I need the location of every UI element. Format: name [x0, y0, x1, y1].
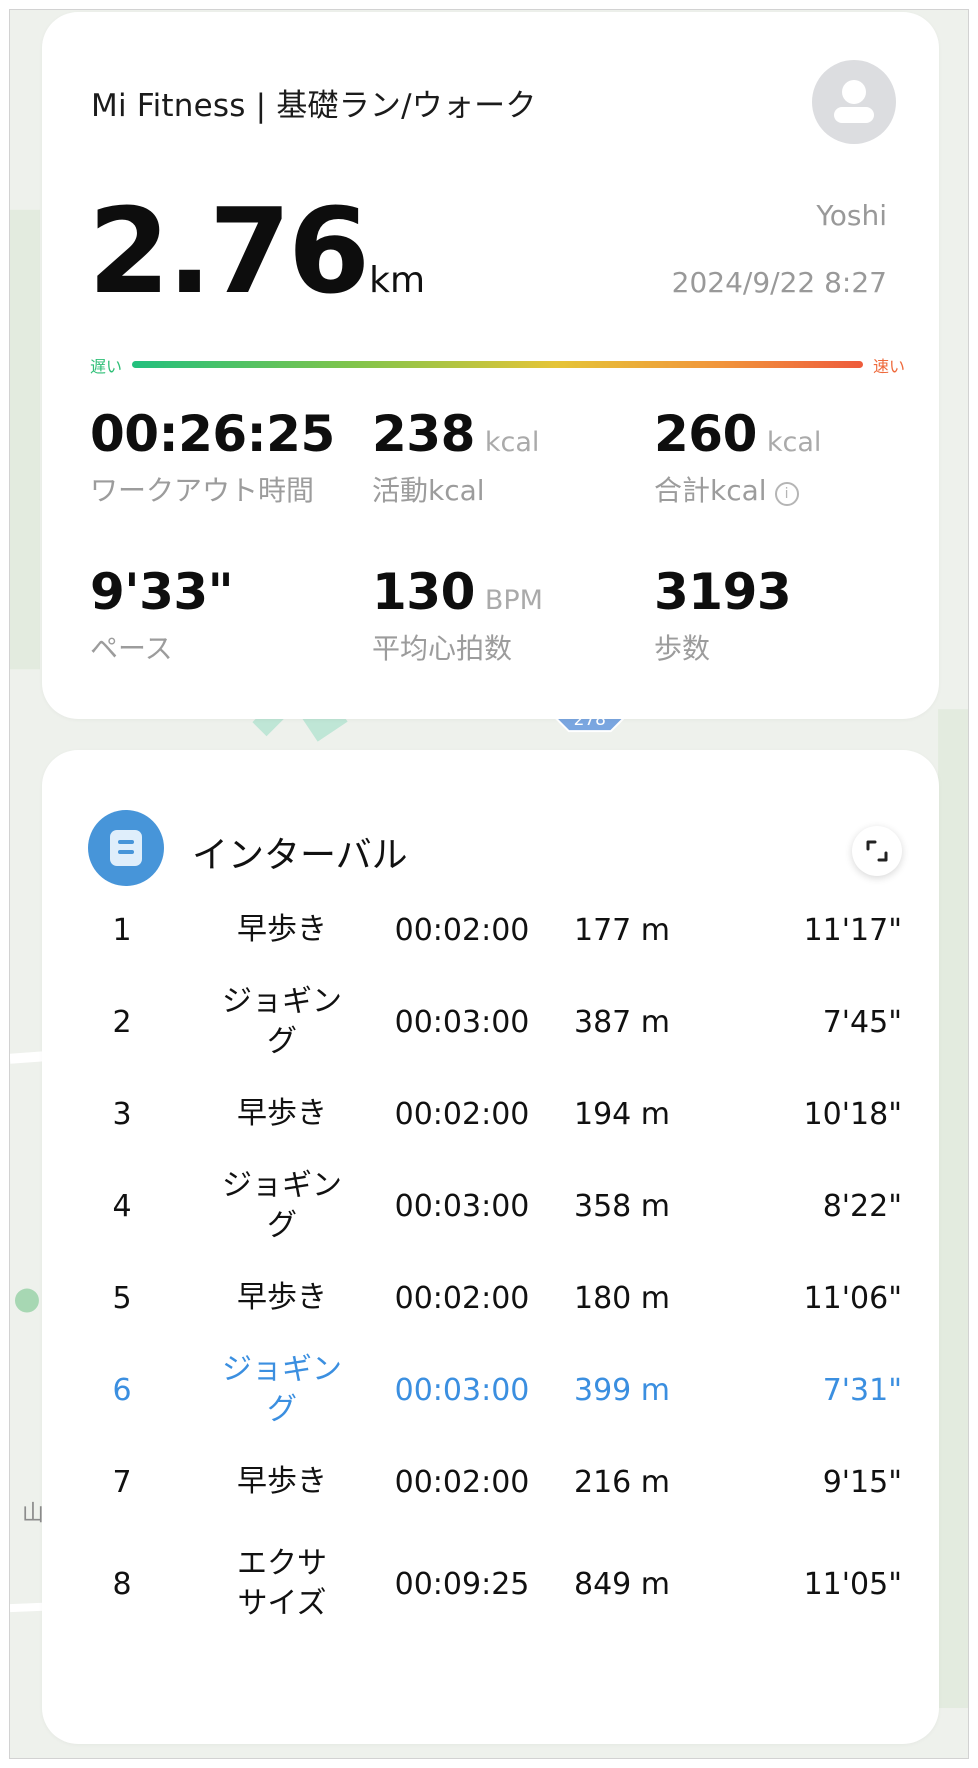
interval-type: 早歩き	[237, 1463, 327, 1499]
interval-pace: 11'05"	[803, 1566, 902, 1602]
interval-distance: 180 m	[573, 1280, 671, 1316]
interval-duration: 00:03:00	[394, 1004, 530, 1040]
distance-unit: km	[369, 260, 426, 301]
interval-row[interactable]: 4 ジョギング 00:03:00 358 m 8'22"	[42, 1160, 939, 1252]
interval-duration: 00:02:00	[394, 1464, 530, 1500]
interval-row[interactable]: 8 エクササイズ 00:09:25 849 m 11'05"	[42, 1538, 939, 1630]
workout-datetime: 2024/9/22 8:27	[671, 266, 887, 299]
workout-summary-card: Mi Fitness | 基礎ラン/ウォーク 2.76km Yoshi 2024…	[42, 12, 939, 719]
distance-value: 2.76	[88, 182, 370, 320]
interval-duration: 00:02:00	[394, 1280, 530, 1316]
stat-total-kcal: 260 kcal 合計kcal i	[654, 405, 822, 507]
interval-row[interactable]: 2 ジョギング 00:03:00 387 m 7'45"	[42, 976, 939, 1068]
app-title: Mi Fitness | 基礎ラン/ウォーク	[91, 88, 537, 124]
interval-number: 5	[112, 1280, 132, 1316]
user-name: Yoshi	[816, 199, 887, 232]
interval-pace: 10'18"	[803, 1096, 902, 1132]
interval-number: 2	[112, 1004, 132, 1040]
interval-title: インターバル	[192, 835, 408, 876]
user-avatar-icon[interactable]	[812, 60, 896, 144]
interval-type: ジョギング	[222, 1351, 342, 1428]
interval-pace: 11'06"	[803, 1280, 902, 1316]
interval-distance: 387 m	[573, 1004, 671, 1040]
pace-gradient-bar	[132, 361, 863, 368]
interval-row[interactable]: 1 早歩き 00:02:00 177 m 11'17"	[42, 884, 939, 976]
interval-duration: 00:03:00	[394, 1372, 530, 1408]
interval-pace: 7'45"	[822, 1004, 902, 1040]
interval-duration: 00:02:00	[394, 1096, 530, 1132]
interval-card: インターバル 1 早歩き 00:02:00 177 m 11'17" 2 ジョギング 00:0…	[42, 750, 939, 1744]
interval-pace: 8'22"	[822, 1188, 902, 1224]
interval-type: 早歩き	[237, 911, 327, 947]
interval-type: ジョギング	[222, 983, 342, 1060]
interval-type: 早歩き	[237, 1095, 327, 1131]
interval-number: 4	[112, 1188, 132, 1224]
interval-type: 早歩き	[237, 1279, 327, 1315]
pace-scale: 遅い 速い	[90, 350, 905, 380]
interval-row[interactable]: 3 早歩き 00:02:00 194 m 10'18"	[42, 1068, 939, 1160]
stat-workout-time: 00:26:25 ワークアウト時間	[90, 405, 335, 507]
interval-row[interactable]: 5 早歩き 00:02:00 180 m 11'06"	[42, 1252, 939, 1344]
interval-list-icon	[88, 810, 164, 886]
interval-row[interactable]: 6 ジョギング 00:03:00 399 m 7'31"	[42, 1344, 939, 1436]
interval-distance: 216 m	[573, 1464, 671, 1500]
interval-distance: 194 m	[573, 1096, 671, 1132]
distance-readout: 2.76km	[88, 192, 425, 310]
info-icon[interactable]: i	[774, 482, 799, 506]
screen: 山 2 7 8 Mi Fitness | 基礎ラン/ウォーク 2.76km Yosh…	[9, 9, 969, 1759]
interval-pace: 9'15"	[822, 1464, 902, 1500]
interval-duration: 00:09:25	[394, 1566, 530, 1602]
svg-text:山: 山	[22, 1501, 44, 1526]
interval-type: エクササイズ	[237, 1545, 327, 1622]
interval-number: 3	[112, 1096, 132, 1132]
interval-row[interactable]: 7 早歩き 00:02:00 216 m 9'15"	[42, 1436, 939, 1528]
interval-distance: 358 m	[573, 1188, 671, 1224]
interval-distance: 399 m	[573, 1372, 671, 1408]
expand-icon[interactable]	[852, 826, 902, 876]
interval-pace: 7'31"	[822, 1372, 902, 1408]
interval-duration: 00:02:00	[394, 912, 530, 948]
interval-number: 6	[112, 1372, 132, 1408]
interval-pace: 11'17"	[803, 912, 902, 948]
interval-type: ジョギング	[222, 1167, 342, 1244]
interval-number: 7	[112, 1464, 132, 1500]
interval-duration: 00:03:00	[394, 1188, 530, 1224]
interval-number: 1	[112, 912, 132, 948]
interval-distance: 849 m	[573, 1566, 671, 1602]
stat-avg-heart-rate: 130 BPM 平均心拍数	[372, 563, 543, 665]
pace-fast-label: 速い	[872, 357, 905, 376]
stat-steps: 3193 歩数	[654, 563, 792, 665]
stat-pace: 9'33" ペース	[90, 563, 234, 665]
interval-distance: 177 m	[573, 912, 671, 948]
interval-number: 8	[112, 1566, 132, 1602]
pace-slow-label: 遅い	[90, 357, 123, 376]
stat-active-kcal: 238 kcal 活動kcal	[372, 405, 540, 507]
